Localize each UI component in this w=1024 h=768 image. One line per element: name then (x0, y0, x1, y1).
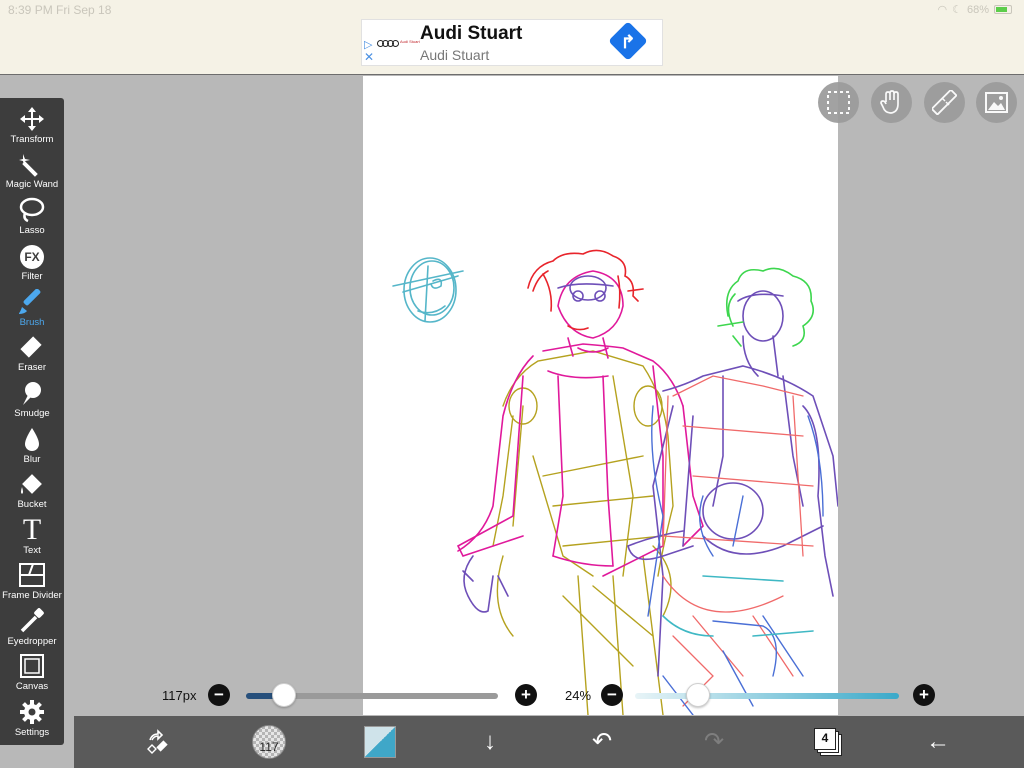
opacity-minus-button[interactable]: − (601, 684, 623, 706)
undo-icon[interactable]: ↶ (574, 716, 630, 768)
sketch-artwork (392, 249, 838, 715)
eyedropper-icon (0, 606, 64, 636)
top-banner-area: 8:39 PM Fri Sep 18 ◠ ☾ 68% ▷ ✕ Audi Stua… (0, 0, 1024, 75)
ad-banner[interactable]: ▷ ✕ Audi Stuart Audi Stuart Audi Stuart … (361, 19, 663, 66)
sketch-red-hair (527, 249, 644, 331)
tool-palette: Transform Magic Wand Lasso FX Filter Bru… (0, 98, 64, 745)
sketch-green-hair (717, 267, 814, 347)
tool-magic-wand[interactable]: Magic Wand (0, 149, 64, 194)
battery-icon (994, 5, 1012, 14)
opacity-thumb[interactable] (686, 683, 711, 707)
selection-icon (827, 91, 850, 114)
tool-bucket[interactable]: Bucket (0, 469, 64, 514)
tool-transform[interactable]: Transform (0, 104, 64, 149)
color-swatch[interactable] (364, 726, 396, 758)
ruler-button[interactable] (924, 82, 965, 123)
brush-slider-row: 117px − + 24% − + (150, 680, 950, 710)
ad-logo-subtext: Audi Stuart (400, 39, 420, 44)
move-icon (0, 104, 64, 134)
ad-title[interactable]: Audi Stuart (420, 23, 522, 45)
download-arrow-icon[interactable]: ↓ (462, 716, 518, 768)
image-icon (985, 92, 1008, 113)
ad-close-icon[interactable]: ✕ (364, 51, 374, 63)
moon-icon: ☾ (952, 4, 962, 16)
opacity-value: 24% (565, 688, 592, 703)
ad-subtitle: Audi Stuart (420, 47, 490, 63)
brush-preview-size: 117 (259, 740, 279, 754)
sketch-olive-layer (492, 350, 674, 715)
fx-icon: FX (0, 241, 64, 271)
brush-size-plus-button[interactable]: + (515, 684, 537, 706)
swap-tool-icon (147, 728, 168, 754)
tool-filter[interactable]: FX Filter (0, 241, 64, 286)
drawing-canvas[interactable] (363, 76, 838, 715)
tool-lasso[interactable]: Lasso (0, 195, 64, 240)
sketch-teal-accent (662, 575, 814, 637)
eraser-icon (0, 332, 64, 362)
tool-blur[interactable]: Blur (0, 424, 64, 469)
gear-icon (0, 697, 64, 727)
brush-size-minus-button[interactable]: − (208, 684, 230, 706)
status-time: 8:39 PM Fri Sep 18 (8, 3, 112, 17)
tool-text[interactable]: T Text (0, 515, 64, 560)
directions-arrow-icon: ↱ (620, 32, 636, 52)
frame-divider-icon (0, 560, 64, 590)
opacity-track[interactable] (635, 693, 899, 699)
sketch-head-study (392, 257, 464, 323)
tool-eraser[interactable]: Eraser (0, 332, 64, 377)
brush-size-thumb[interactable] (271, 683, 296, 707)
tool-smudge[interactable]: Smudge (0, 378, 64, 423)
layer-count: 4 (821, 731, 829, 745)
bottom-toolbar: 117 ↓ ↶ ↷ 4 ← (74, 716, 1024, 768)
smudge-icon (0, 378, 64, 408)
lasso-icon (0, 195, 64, 225)
text-icon: T (22, 513, 42, 546)
swap-tool-button[interactable] (130, 716, 186, 768)
tool-canvas[interactable]: Canvas (0, 651, 64, 696)
tool-settings[interactable]: Settings (0, 697, 64, 742)
tool-brush[interactable]: Brush (0, 287, 64, 332)
opacity-plus-button[interactable]: + (913, 684, 935, 706)
drop-icon (0, 424, 64, 454)
image-button[interactable] (976, 82, 1017, 123)
canvas-icon (0, 651, 64, 681)
battery-percent: 68% (966, 3, 989, 16)
bucket-icon (0, 469, 64, 499)
tool-eyedropper[interactable]: Eyedropper (0, 606, 64, 651)
ruler-icon (932, 90, 957, 115)
redo-icon[interactable]: ↷ (686, 716, 742, 768)
magic-wand-icon (0, 149, 64, 179)
brush-size-value: 117px (162, 688, 197, 703)
brush-icon (0, 287, 64, 317)
hand-button[interactable] (871, 82, 912, 123)
hand-icon (880, 90, 899, 114)
wifi-icon: ◠ (937, 4, 948, 16)
tool-frame-divider[interactable]: Frame Divider (0, 560, 64, 605)
status-indicators: ◠ ☾ 68% (937, 3, 1012, 16)
selection-button[interactable] (818, 82, 859, 123)
back-arrow-icon[interactable]: ← (910, 716, 966, 768)
audi-logo-icon (377, 40, 399, 47)
